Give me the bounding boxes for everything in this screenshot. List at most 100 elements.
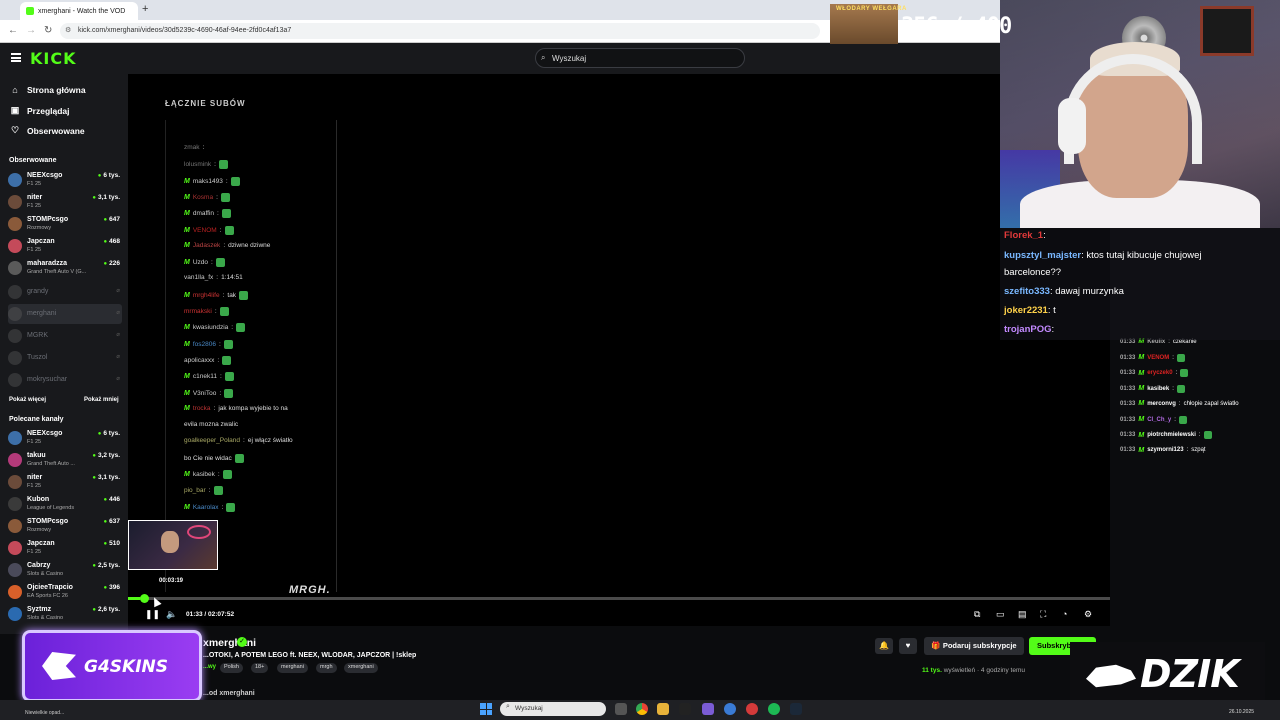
steam-icon[interactable] [790, 703, 802, 715]
nav-following[interactable]: ♡ Obserwowane [10, 125, 85, 136]
settings-gear-icon[interactable]: ⚙ [1084, 609, 1092, 620]
offline-channel-item[interactable]: mokrysuchar ⌀ [8, 370, 122, 390]
about-heading: ...od xmerghani [203, 690, 255, 697]
obs-icon[interactable] [746, 703, 758, 715]
seek-handle[interactable] [140, 594, 149, 603]
notification-bell-icon[interactable]: 🔔 [875, 638, 893, 654]
channel-item[interactable]: STOMPcsgo Rozmowy 637 [8, 516, 122, 536]
channel-item[interactable]: STOMPcsgo Rozmowy 647 [8, 214, 122, 234]
overlay-chat-text: dziwne dziwne [228, 241, 271, 249]
stream-tag[interactable]: mrgh [316, 663, 337, 673]
taskbar-search[interactable]: Wyszukaj [500, 702, 606, 716]
chat-username[interactable]: piotrchmielewski [1147, 432, 1196, 438]
badge-icon: M [184, 324, 190, 332]
emote-icon [1203, 431, 1212, 439]
channel-item[interactable]: takuu Grand Theft Auto ... 3,2 tys. [8, 450, 122, 470]
windows-start-icon[interactable] [480, 703, 492, 715]
colon: : [214, 308, 217, 315]
chat-message: 01:33 M VENOM: [1120, 353, 1185, 362]
channel-category: League of Legends [27, 505, 75, 511]
fullscreen-icon[interactable]: ⛶ [1040, 609, 1046, 620]
channel-item[interactable]: Kubon League of Legends 446 [8, 494, 122, 514]
avatar [8, 217, 22, 231]
chat-username[interactable]: CI_Ch_y [1147, 417, 1171, 423]
overlay-chat-user: van1lla_fx [184, 274, 214, 282]
channel-item[interactable]: maharadzza Grand Theft Auto V (G... 226 [8, 258, 122, 278]
overlay-chat-text: tak [227, 291, 237, 299]
browser-tab[interactable]: xmerghani - Watch the VOD [20, 2, 138, 20]
volume-icon[interactable]: 🔈 [166, 609, 177, 620]
colon: : [219, 389, 222, 397]
chrome-profile-icon[interactable] [724, 703, 736, 715]
app-icon[interactable] [702, 703, 714, 715]
offline-channel-item[interactable]: Tuszol ⌀ [8, 348, 122, 368]
search-input[interactable]: Wyszukaj [535, 48, 745, 68]
follow-heart-icon[interactable]: ♥ [899, 638, 917, 654]
channel-item[interactable]: Japczan F1 25 510 [8, 538, 122, 558]
chat-timestamp: 01:33 [1120, 354, 1136, 361]
emote-icon [224, 225, 234, 235]
channel-item[interactable]: OjcieeTrapcio EA Sports FC 26 396 [8, 582, 122, 602]
channel-name: Syztmz [27, 606, 52, 613]
channel-item[interactable]: Syztmz Slots & Casino 2,6 tys. [8, 604, 122, 624]
chat-username[interactable]: merconvg [1147, 401, 1176, 407]
miniplayer-icon[interactable]: ⧉ [974, 609, 980, 620]
category-link[interactable]: ...wy [203, 664, 216, 670]
channel-item[interactable]: niter F1 25 3,1 tys. [8, 192, 122, 212]
chat-username[interactable]: eryczek0 [1147, 370, 1172, 376]
chrome-icon[interactable] [636, 703, 648, 715]
offline-channel-item[interactable]: merghani ⌀ [8, 304, 122, 324]
terminal-icon[interactable] [679, 703, 691, 715]
channel-item[interactable]: NEEXcsgo F1 25 6 tys. [8, 170, 122, 190]
nav-home[interactable]: ⌂ Strona główna [10, 85, 85, 95]
views-meta: 11 tys. wyświetleń · 4 godziny temu [922, 667, 1026, 674]
task-view-icon[interactable] [615, 703, 627, 715]
forward-icon[interactable]: → [26, 25, 36, 36]
avatar [8, 497, 22, 511]
stream-tag[interactable]: Polish [220, 663, 243, 673]
show-less-button[interactable]: Pokaż mniej [84, 397, 119, 403]
streamer-name[interactable]: xmerghani [203, 637, 256, 649]
colon: : [216, 274, 219, 282]
channel-name: mokrysuchar [27, 376, 68, 383]
channel-item[interactable]: niter F1 25 3,1 tys. [8, 472, 122, 492]
spotify-icon[interactable] [768, 703, 780, 715]
avatar [8, 475, 22, 489]
back-icon[interactable]: ← [8, 25, 18, 36]
overlay-chat-user: Kaarolax [192, 503, 219, 511]
new-tab-icon[interactable]: + [142, 3, 148, 15]
clip-icon[interactable]: ▤ [1018, 609, 1027, 620]
nav-browse[interactable]: ▣ Przeglądaj [10, 105, 70, 116]
stream-tag[interactable]: merghani [277, 663, 308, 673]
pause-icon[interactable]: ❚❚ [145, 609, 160, 620]
show-more-button[interactable]: Pokaż więcej [9, 397, 46, 403]
weather-widget[interactable]: Niewielkie opad... [25, 710, 64, 716]
overlay-chat-message: Mmrgh4life: tak [184, 290, 249, 300]
channel-item[interactable]: Cabrzy Slots & Casino 2,5 tys. [8, 560, 122, 580]
chat-message: 01:33 Mpiotrchmielewski: [1120, 431, 1212, 439]
overlay-chat-message: bo Cie nie widac [184, 453, 244, 463]
reload-icon[interactable]: ↻ [44, 25, 52, 36]
kick-logo[interactable]: KICK [30, 49, 77, 68]
colon: : [1172, 385, 1174, 392]
theatre-mode-icon[interactable]: ▭ [996, 609, 1005, 620]
chat-username[interactable]: szymorni123 [1147, 447, 1183, 453]
offline-channel-item[interactable]: MGRK ⌀ [8, 326, 122, 346]
stream-tag[interactable]: xmerghani [344, 663, 378, 673]
file-explorer-icon[interactable] [657, 703, 669, 715]
speed-icon[interactable]: ◔ [1062, 609, 1067, 619]
stream-tag[interactable]: 18+ [251, 663, 269, 673]
overlay-chat-text: bo Cie nie widac [184, 454, 232, 462]
offline-channel-item[interactable]: grandy ⌀ [8, 282, 122, 302]
chat-username[interactable]: VENOM [1147, 355, 1169, 361]
chat-username[interactable]: kasibek [1147, 386, 1169, 392]
channel-item[interactable]: NEEXcsgo F1 25 6 tys. [8, 428, 122, 448]
url-field[interactable]: kick.com/xmerghani/videos/30d5239c-4690-… [60, 23, 820, 39]
seek-bar[interactable] [128, 597, 1110, 600]
viewer-count: 446 [104, 496, 120, 503]
colon: : [218, 340, 221, 348]
channel-item[interactable]: Japczan F1 25 468 [8, 236, 122, 256]
gift-subs-button[interactable]: 🎁 Podaruj subskrypcje [924, 637, 1024, 655]
menu-icon[interactable] [11, 53, 21, 62]
avatar [8, 329, 22, 343]
